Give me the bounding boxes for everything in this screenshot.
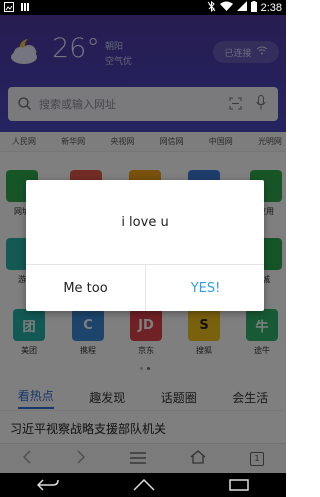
image-icon [4, 2, 14, 15]
me-too-button[interactable]: Me too [26, 265, 145, 311]
bluetooth-off-icon [207, 0, 216, 15]
yes-button[interactable]: YES! [146, 265, 265, 311]
nav-back-icon[interactable] [36, 476, 59, 495]
system-icons: 2:38 [207, 0, 282, 15]
status-bar: 2:38 [0, 0, 286, 15]
nav-home-icon[interactable] [133, 476, 155, 495]
dialog-message: i love u [121, 214, 169, 230]
wifi-icon [219, 1, 233, 14]
battery-icon [250, 0, 257, 15]
clock: 2:38 [260, 1, 282, 14]
signal-icon [236, 1, 247, 14]
alert-dialog: i love u Me too YES! [26, 180, 264, 311]
nav-recents-icon[interactable] [229, 476, 249, 495]
bars-icon [20, 2, 30, 15]
notification-icons [4, 2, 30, 15]
system-nav-bar [0, 473, 286, 497]
